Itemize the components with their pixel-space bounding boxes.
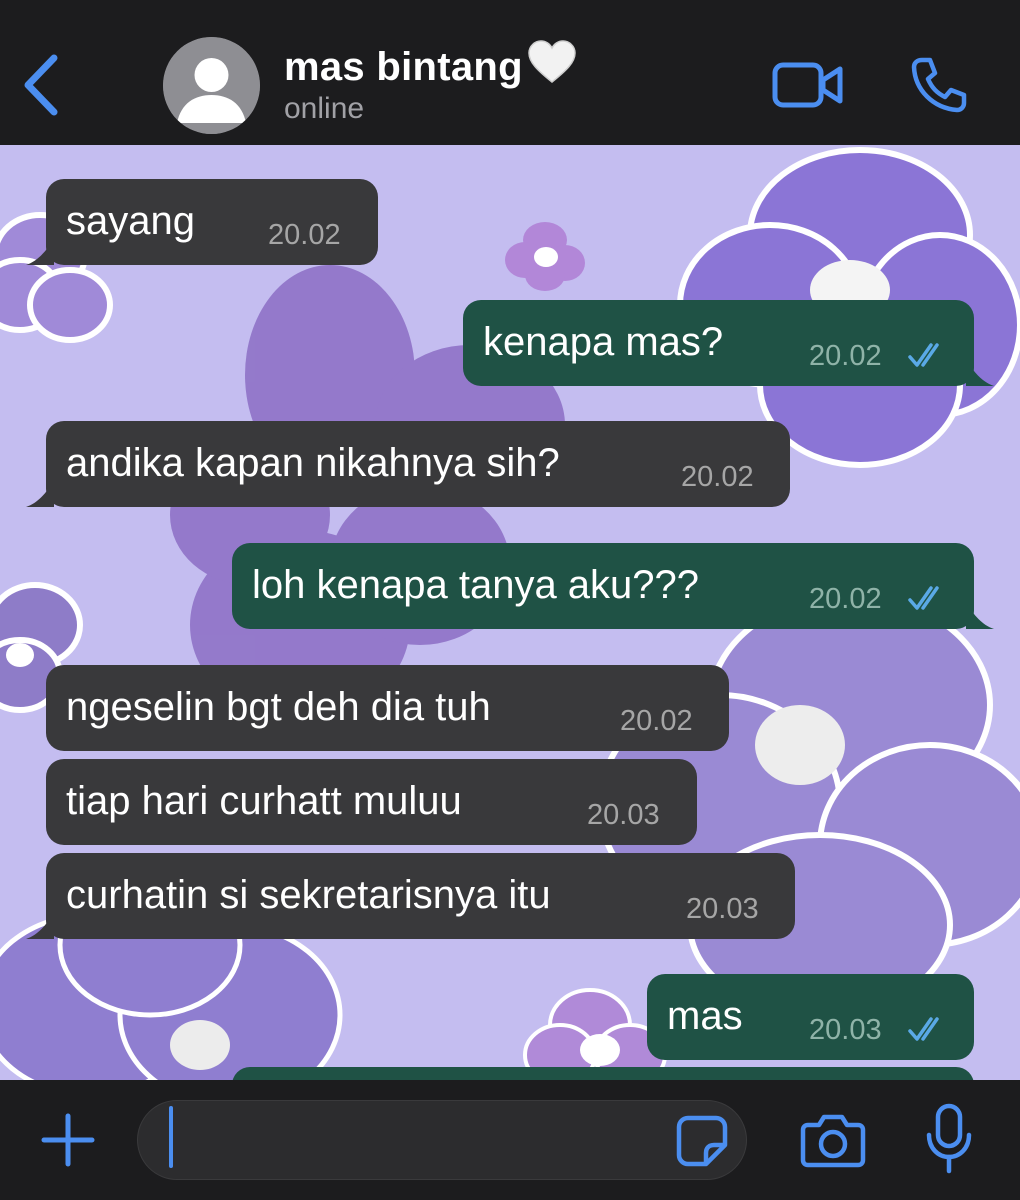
message-time: 20.02: [809, 340, 882, 372]
contact-avatar[interactable]: [163, 37, 260, 134]
message-time: 20.02: [620, 705, 693, 737]
message-text: sayang: [66, 199, 195, 243]
camera-icon[interactable]: [800, 1112, 866, 1168]
message-bubble-outgoing[interactable]: kenapa mas? 20.02: [463, 300, 994, 386]
white-heart-icon: [528, 40, 576, 83]
message-bubble-outgoing[interactable]: mas 20.03: [647, 974, 974, 1060]
message-text: loh kenapa tanya aku???: [252, 563, 700, 607]
message-time: 20.02: [809, 583, 882, 615]
message-time: 20.03: [686, 893, 759, 925]
message-bubble-incoming[interactable]: sayang 20.02: [26, 179, 378, 265]
read-receipt-icon: [908, 586, 939, 610]
message-bubble-outgoing[interactable]: loh kenapa tanya aku??? 20.02: [232, 543, 994, 629]
chat-header: mas bintang online: [0, 0, 1020, 145]
message-time: 20.02: [681, 461, 754, 493]
default-avatar-icon: [163, 37, 260, 134]
bubble-tail: [26, 913, 54, 939]
contact-name[interactable]: mas bintang: [284, 40, 577, 90]
contact-name-text: mas bintang: [284, 45, 523, 89]
microphone-icon[interactable]: [924, 1103, 974, 1175]
chat-area[interactable]: sayang 20.02 kenapa mas? 20.02 andika ka…: [0, 145, 1020, 1080]
bubble-tail: [26, 481, 54, 507]
message-bubble-incoming[interactable]: andika kapan nikahnya sih? 20.02: [26, 421, 790, 507]
message-text: mas: [667, 994, 743, 1038]
bubble-tail: [966, 360, 994, 386]
message-text: andika kapan nikahnya sih?: [66, 441, 560, 485]
read-receipt-icon: [908, 1017, 939, 1041]
message-bubble-incoming[interactable]: ngeselin bgt deh dia tuh 20.02: [46, 665, 729, 751]
message-time: 20.03: [587, 799, 660, 831]
text-cursor: [169, 1106, 173, 1168]
bubble-tail: [26, 239, 54, 265]
bubble-tail: [966, 603, 994, 629]
phone-call-icon[interactable]: [908, 56, 968, 114]
plus-icon[interactable]: [38, 1110, 98, 1170]
message-bubble-incoming[interactable]: tiap hari curhatt muluu 20.03: [46, 759, 697, 845]
message-bubble-outgoing-partial[interactable]: [232, 1067, 974, 1080]
contact-status: online: [284, 92, 365, 125]
message-time: 20.03: [809, 1014, 882, 1046]
back-chevron-icon[interactable]: [18, 50, 68, 120]
message-input[interactable]: [137, 1100, 747, 1180]
video-call-icon[interactable]: [772, 60, 844, 110]
message-time: 20.02: [268, 219, 341, 251]
message-text: curhatin si sekretarisnya itu: [66, 873, 551, 917]
message-text: ngeselin bgt deh dia tuh: [66, 685, 491, 729]
read-receipt-icon: [908, 343, 939, 367]
sticker-icon[interactable]: [676, 1115, 728, 1167]
message-text: tiap hari curhatt muluu: [66, 779, 462, 823]
message-text: kenapa mas?: [483, 320, 724, 364]
message-bubble-incoming[interactable]: curhatin si sekretarisnya itu 20.03: [26, 853, 795, 939]
